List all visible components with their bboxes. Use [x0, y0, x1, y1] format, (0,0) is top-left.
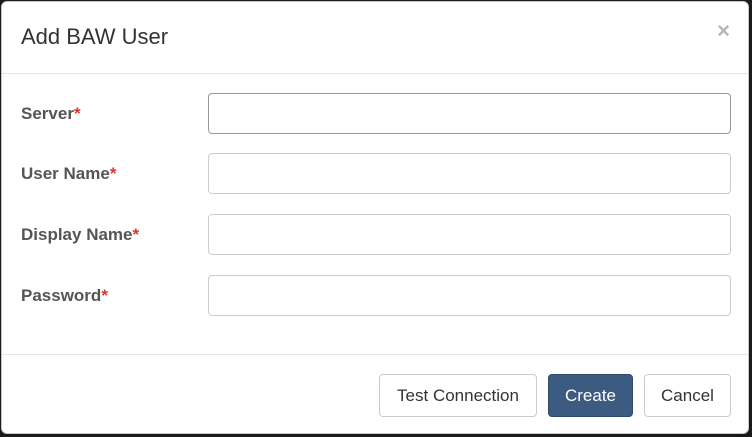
user-name-input[interactable] — [208, 153, 731, 194]
dialog-footer: Test Connection Create Cancel — [2, 354, 748, 433]
required-marker: * — [109, 164, 117, 183]
display-name-row: Display Name* — [2, 214, 748, 256]
server-input[interactable] — [208, 93, 731, 134]
display-name-label: Display Name* — [21, 225, 140, 244]
dialog-header: Add BAW User × — [2, 2, 748, 74]
create-button[interactable]: Create — [548, 374, 633, 417]
add-baw-user-dialog: Add BAW User × Server* User Name* Displa… — [1, 1, 749, 434]
required-marker: * — [101, 286, 108, 305]
required-marker: * — [132, 225, 140, 244]
display-name-input[interactable] — [208, 214, 731, 255]
dialog-body: Server* User Name* Display Name* Passwor… — [2, 74, 748, 354]
user-name-row: User Name* — [2, 153, 748, 195]
cancel-button[interactable]: Cancel — [644, 374, 731, 417]
required-marker: * — [73, 104, 81, 123]
close-icon[interactable]: × — [717, 20, 730, 42]
test-connection-button[interactable]: Test Connection — [379, 374, 537, 417]
server-row: Server* — [2, 93, 748, 135]
password-input[interactable] — [208, 275, 731, 316]
server-label: Server* — [21, 104, 81, 123]
password-label: Password* — [21, 286, 108, 305]
dialog-title: Add BAW User — [21, 24, 169, 49]
password-row: Password* — [2, 275, 748, 317]
user-name-label: User Name* — [21, 164, 117, 183]
